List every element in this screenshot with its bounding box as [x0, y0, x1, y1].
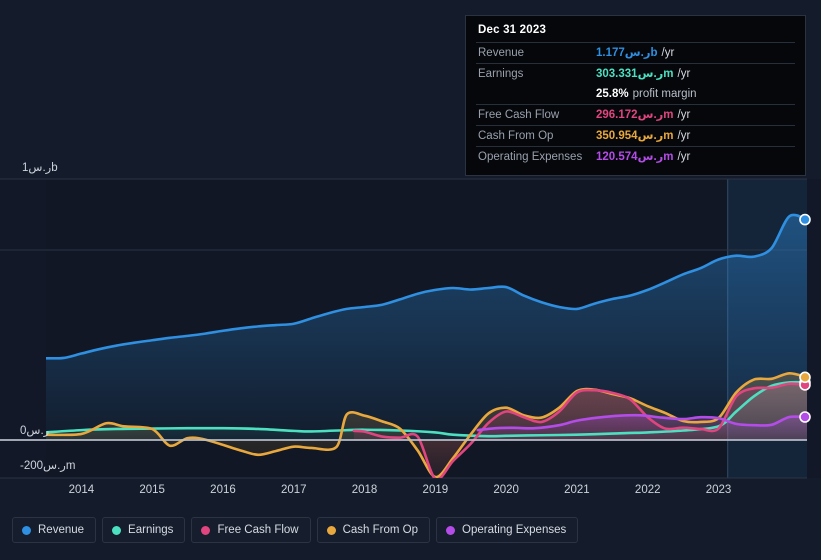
- tooltip-row-unit: /yr: [677, 109, 691, 121]
- x-axis-tick-2015: 2015: [139, 484, 165, 496]
- tooltip-row: Revenue 1.177ر.سb/yr: [476, 42, 795, 63]
- legend-item-label: Earnings: [128, 524, 174, 536]
- legend-color-dot-icon: [446, 525, 456, 535]
- x-axis-tick-2014: 2014: [68, 484, 95, 496]
- chart-legend[interactable]: Revenue Earnings Free Cash Flow Cash From O…: [12, 517, 579, 543]
- tooltip-row-unit: /yr: [661, 47, 675, 59]
- tooltip-row: Free Cash Flow 296.172ر.سm/yr: [476, 104, 795, 125]
- legend-item-label: Revenue: [38, 524, 85, 536]
- legend-item-label: Free Cash Flow: [217, 524, 299, 536]
- x-axis-tick-2022: 2022: [634, 484, 661, 496]
- data-tooltip: Dec 31 2023 Revenue 1.177ر.سb/yr Earnings 3…: [465, 15, 806, 176]
- x-axis-tick-2017: 2017: [280, 484, 307, 496]
- tooltip-row: Earnings 303.331ر.سm/yr: [476, 63, 795, 84]
- legend-item-label: Cash From Op: [342, 524, 419, 536]
- legend-color-dot-icon: [22, 525, 31, 535]
- tooltip-row-unit: /yr: [677, 68, 691, 80]
- tooltip-row-unit: profit margin: [632, 88, 697, 100]
- tooltip-row-value: 296.172ر.سm: [596, 109, 674, 121]
- tooltip-row-unit: /yr: [677, 151, 691, 163]
- tooltip-row: 25.8% profit margin: [476, 84, 795, 104]
- y-axis-label: -200ر.سm: [20, 460, 76, 472]
- x-axis-tick-2018: 2018: [351, 484, 378, 496]
- tooltip-row-value: 25.8%: [596, 88, 629, 100]
- legend-color-dot-icon: [201, 525, 211, 535]
- x-axis-tick-2023: 2023: [705, 484, 732, 496]
- tooltip-row-unit: /yr: [677, 130, 691, 142]
- tooltip-row-label: Operating Expenses: [478, 151, 583, 163]
- tooltip-row-label: Revenue: [478, 47, 525, 59]
- endpoint-marker-revenue: [799, 213, 811, 226]
- x-axis-tick-2021: 2021: [564, 484, 590, 496]
- legend-color-dot-icon: [326, 525, 336, 535]
- tooltip-row-value: 120.574ر.سm: [596, 151, 674, 163]
- legend-item-operating-expenses[interactable]: Operating Expenses: [436, 517, 579, 543]
- tooltip-row-value: 1.177ر.سb: [596, 47, 658, 59]
- legend-item-cash-from-op[interactable]: Cash From Op: [316, 517, 431, 543]
- tooltip-row-label: Cash From Op: [478, 130, 554, 142]
- x-axis-tick-2016: 2016: [210, 484, 236, 496]
- tooltip-row-value: 303.331ر.سm: [596, 68, 674, 80]
- tooltip-row-label: Free Cash Flow: [478, 109, 560, 121]
- endpoint-marker-cash-from-op: [799, 371, 811, 384]
- tooltip-row-value: 350.954ر.سm: [596, 130, 674, 142]
- y-axis-label: 0ر.س: [20, 425, 50, 437]
- endpoint-marker-operating-expenses: [799, 411, 811, 423]
- tooltip-date: Dec 31 2023: [478, 24, 547, 36]
- legend-item-revenue[interactable]: Revenue: [12, 517, 97, 543]
- legend-color-dot-icon: [112, 525, 122, 535]
- x-axis-tick-2020: 2020: [493, 484, 519, 496]
- y-axis-label: 1ر.سb: [22, 162, 58, 174]
- legend-item-earnings[interactable]: Earnings: [102, 517, 186, 543]
- tooltip-row-label: Earnings: [478, 68, 524, 80]
- legend-item-label: Operating Expenses: [462, 524, 567, 536]
- tooltip-rows: Revenue 1.177ر.سb/yr Earnings 303.331ر.سm/y…: [476, 42, 795, 167]
- tooltip-row: Operating Expenses 120.574ر.سm/yr: [476, 146, 795, 167]
- x-axis-tick-2019: 2019: [422, 484, 449, 496]
- legend-item-free-cash-flow[interactable]: Free Cash Flow: [191, 517, 311, 543]
- tooltip-row: Cash From Op 350.954ر.سm/yr: [476, 125, 795, 146]
